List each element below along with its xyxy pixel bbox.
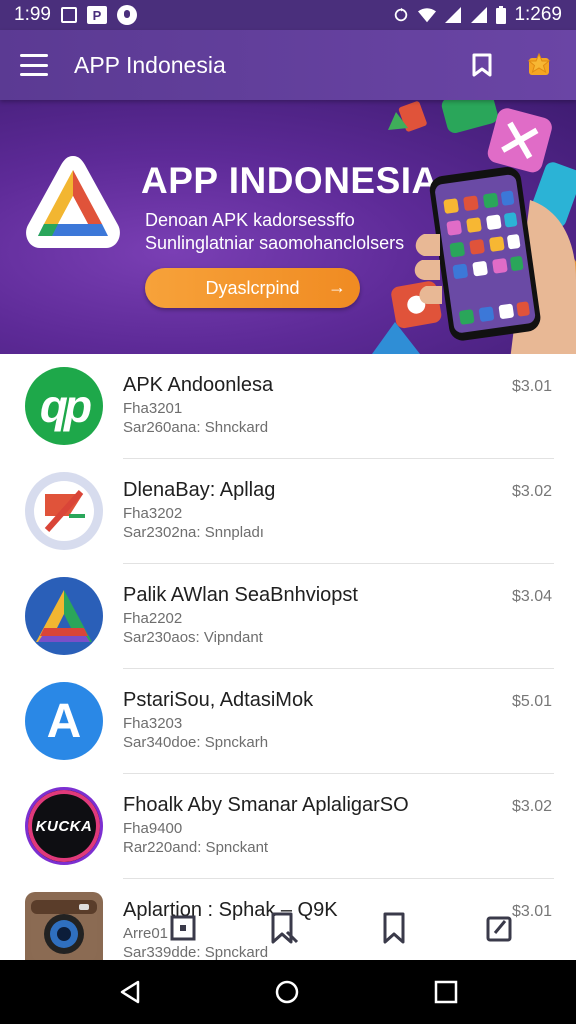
- wifi-icon: [418, 8, 437, 23]
- app-name: Palik AWlan SeaBnhviopst: [123, 584, 358, 606]
- list-item[interactable]: A PstariSou, AdtasiMok Fha3203 Sar340doe…: [0, 669, 576, 774]
- app-meta: Rar220and: Spnckant: [123, 839, 269, 856]
- battery-icon: [496, 6, 507, 24]
- triangle-a-logo-icon: [25, 577, 103, 655]
- app-code: Fha2202: [123, 610, 183, 627]
- system-nav-bar: [0, 960, 576, 1024]
- clipboard-tab-icon[interactable]: [482, 910, 518, 946]
- list-item[interactable]: KUCKA Fhoalk Aby Smanar AplaligarSO Fha9…: [0, 774, 576, 879]
- crossed-d-logo-icon: [25, 472, 103, 550]
- blue-a-logo-icon: A: [25, 682, 103, 760]
- banner-subtitle-1: Denoan APK kadorsessffo: [145, 210, 355, 230]
- app-code: Fha9400: [123, 820, 183, 837]
- promo-banner[interactable]: APP INDONESIA Denoan APK kadorsessffo Su…: [0, 100, 576, 354]
- bookmark-tab-icon[interactable]: [376, 910, 412, 946]
- banner-title: APP INDONESIA: [141, 160, 439, 201]
- app-name: APK Andoonlesa: [123, 374, 274, 396]
- phone-hand-illustration: [414, 167, 576, 354]
- star-badge-icon[interactable]: [526, 53, 552, 77]
- qp-logo-icon: qp: [25, 367, 103, 445]
- location-icon: [116, 5, 137, 25]
- app-meta: Sar260ana: Shnckard: [123, 419, 269, 436]
- download-button-label: Dyaslcrpind: [205, 277, 300, 298]
- home-icon[interactable]: [271, 976, 303, 1008]
- app-price: $5.01: [511, 693, 552, 710]
- bottom-tabs: [0, 900, 576, 960]
- app-name: PstariSou, AdtasiMok: [123, 689, 314, 711]
- app-meta: Sar230aos: Vipndant: [123, 629, 263, 646]
- app-name: Fhoalk Aby Smanar AplaligarSO: [123, 794, 409, 816]
- arrow-right-icon: →: [328, 277, 346, 297]
- signal-icon: [445, 7, 462, 23]
- app-name: DlenaBay: Apllag: [123, 479, 276, 501]
- app-list: qp APK Andoonlesa Fha3201 Sar260ana: Shn…: [0, 354, 576, 960]
- bookmark-x-tab-icon[interactable]: [266, 910, 302, 946]
- square-tab-icon[interactable]: [165, 910, 201, 946]
- app-price: $3.02: [511, 483, 552, 500]
- status-time-right: 1:269: [514, 4, 562, 25]
- download-button[interactable]: Dyaslcrpind →: [145, 268, 360, 308]
- bookmark-icon[interactable]: [472, 53, 492, 77]
- app-price: $3.02: [511, 798, 552, 815]
- signal-2-icon: [471, 7, 488, 23]
- parking-icon: P: [86, 6, 107, 24]
- sync-icon: [395, 7, 408, 22]
- status-bar: 1:99 P 1:269: [0, 0, 576, 30]
- banner-subtitle-2: Sunlinglatniar saomohanclolsers: [145, 233, 405, 253]
- list-item[interactable]: qp APK Andoonlesa Fha3201 Sar260ana: Shn…: [0, 354, 576, 459]
- page-title: APP Indonesia: [74, 51, 226, 78]
- status-left: 1:99 P: [14, 4, 137, 26]
- app-bar: APP Indonesia: [0, 30, 576, 100]
- recents-icon[interactable]: [430, 976, 462, 1008]
- app-code: Fha3202: [123, 505, 183, 522]
- list-item[interactable]: Palik AWlan SeaBnhviopst Fha2202 Sar230a…: [0, 564, 576, 669]
- screen: 1:99 P 1:269 APP Indonesia APP INDONESIA…: [0, 0, 576, 1024]
- status-right: 1:269: [392, 4, 562, 26]
- screenshot-icon: [60, 7, 77, 23]
- app-indonesia-logo: [26, 156, 120, 248]
- kucka-logo-icon: KUCKA: [25, 787, 103, 865]
- status-time-left: 1:99: [14, 4, 51, 25]
- app-meta: Sar2302na: Snnpladı: [123, 524, 264, 541]
- app-code: Fha3203: [123, 715, 183, 732]
- app-price: $3.04: [511, 588, 552, 605]
- app-bar-actions: [472, 53, 552, 77]
- back-icon[interactable]: [114, 976, 146, 1008]
- app-price: $3.01: [511, 378, 552, 395]
- list-item[interactable]: DlenaBay: Apllag Fha3202 Sar2302na: Snnp…: [0, 459, 576, 564]
- menu-icon[interactable]: [20, 54, 48, 76]
- app-meta: Sar340doe: Spnckarh: [123, 734, 269, 751]
- app-code: Fha3201: [123, 400, 183, 417]
